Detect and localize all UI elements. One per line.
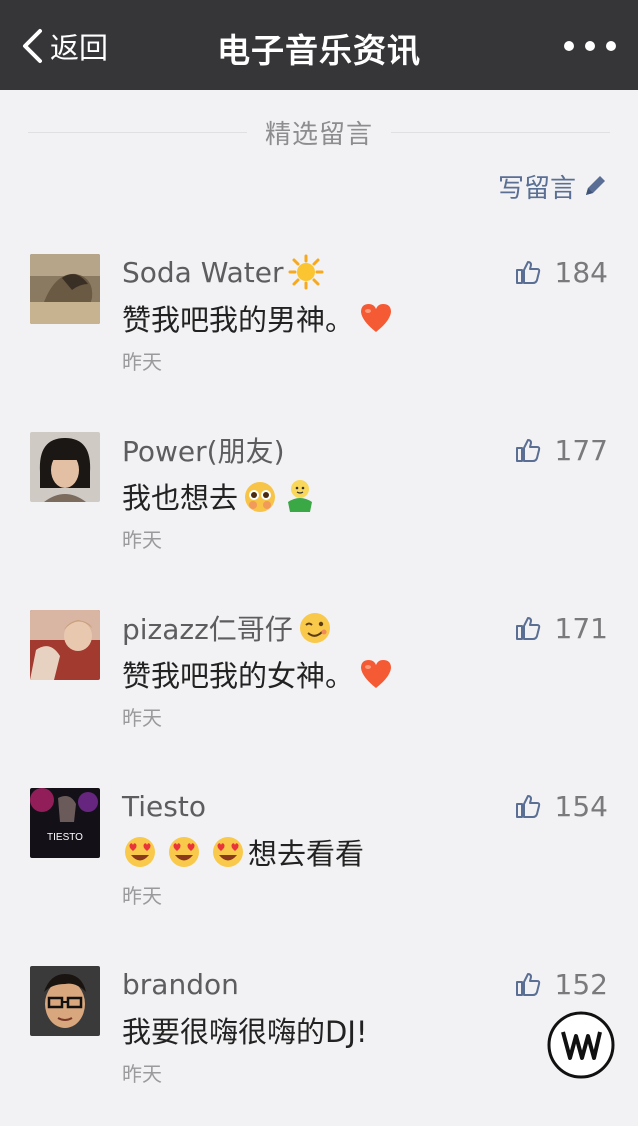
commenter-name-text: pizazz仁哥仔	[122, 613, 293, 646]
comment-time: 昨天	[122, 528, 162, 552]
commenter-name[interactable]: brandon	[122, 966, 239, 1002]
commenter-name[interactable]: pizazz仁哥仔	[122, 610, 333, 646]
thumbs-up-icon	[515, 973, 540, 996]
comment-text: 想去看看	[122, 832, 364, 872]
section-label: 精选留言	[265, 119, 374, 150]
divider	[28, 131, 247, 133]
comment-time: 昨天	[122, 884, 162, 908]
like-count: 152	[554, 967, 608, 1001]
commenter-name-text: Tiesto	[122, 789, 206, 823]
heart-eyes-emoji-icon	[122, 834, 158, 870]
waving-figure-emoji-icon	[282, 478, 318, 514]
like-button[interactable]: 184	[515, 254, 608, 290]
avatar[interactable]	[30, 432, 100, 502]
featured-comments-header: 精选留言	[28, 110, 611, 154]
commenter-name-text: brandon	[122, 967, 239, 1001]
divider	[391, 131, 611, 133]
comment-text-content: 想去看看	[248, 837, 365, 871]
heart-eyes-emoji-icon	[166, 834, 202, 870]
nav-bar: 返回 电子音乐资讯	[0, 0, 638, 90]
heart-emoji-icon	[358, 656, 394, 692]
comment-item: TIESTO Tiesto 154 想去看看 昨天	[0, 788, 638, 948]
avatar[interactable]: TIESTO	[30, 788, 100, 858]
comment-item: pizazz仁哥仔 171 赞我吧我的女神。 昨天	[0, 610, 638, 770]
like-button[interactable]: 154	[515, 788, 608, 824]
commenter-name-text: Soda Water	[122, 255, 284, 289]
wink-emoji-icon	[297, 610, 333, 646]
commenter-name-text: Power(朋友)	[122, 435, 285, 468]
like-count: 154	[554, 789, 608, 823]
like-button[interactable]: 152	[515, 966, 608, 1002]
write-comment-button[interactable]: 写留言	[498, 166, 608, 206]
more-menu-icon[interactable]	[564, 32, 616, 60]
comment-text-content: 赞我吧我的女神。	[122, 659, 355, 693]
pencil-icon	[586, 176, 605, 195]
sun-emoji-icon	[288, 254, 324, 290]
comment-time: 昨天	[122, 350, 162, 374]
avatar[interactable]	[30, 254, 100, 324]
svg-text:TIESTO: TIESTO	[47, 832, 83, 843]
like-button[interactable]: 171	[515, 610, 608, 646]
comment-item: brandon 152 我要很嗨很嗨的DJ! 昨天	[0, 966, 638, 1126]
commenter-name[interactable]: Soda Water	[122, 254, 324, 290]
comment-item: Power(朋友) 177 我也想去 昨天	[0, 432, 638, 592]
like-count: 184	[554, 255, 608, 289]
comment-text-content: 我要很嗨很嗨的DJ!	[122, 1015, 368, 1049]
comment-text-content: 我也想去	[122, 481, 239, 515]
thumbs-up-icon	[515, 795, 540, 818]
comment-time: 昨天	[122, 706, 162, 730]
thumbs-up-icon	[515, 439, 540, 462]
avatar[interactable]	[30, 966, 100, 1036]
like-button[interactable]: 177	[515, 432, 608, 468]
thumbs-up-icon	[515, 261, 540, 284]
commenter-name[interactable]: Tiesto	[122, 788, 206, 824]
comment-text: 赞我吧我的女神。	[122, 654, 394, 694]
comment-text: 赞我吧我的男神。	[122, 298, 394, 338]
like-count: 177	[554, 433, 608, 467]
comment-text: 我也想去	[122, 476, 318, 516]
like-count: 171	[554, 611, 608, 645]
comment-text-content: 赞我吧我的男神。	[122, 303, 355, 337]
comment-item: Soda Water 184 赞我吧我的男神。 昨天	[0, 254, 638, 414]
comment-text: 我要很嗨很嗨的DJ!	[122, 1010, 368, 1050]
comment-time: 昨天	[122, 1062, 162, 1086]
thumbs-up-icon	[515, 617, 540, 640]
heart-emoji-icon	[358, 300, 394, 336]
shy-face-emoji-icon	[242, 478, 278, 514]
write-comment-label: 写留言	[497, 173, 576, 204]
watermark-logo	[546, 1010, 616, 1080]
heart-eyes-emoji-icon	[210, 834, 246, 870]
commenter-name[interactable]: Power(朋友)	[122, 432, 285, 468]
page-title: 电子音乐资讯	[217, 31, 421, 70]
avatar[interactable]	[30, 610, 100, 680]
